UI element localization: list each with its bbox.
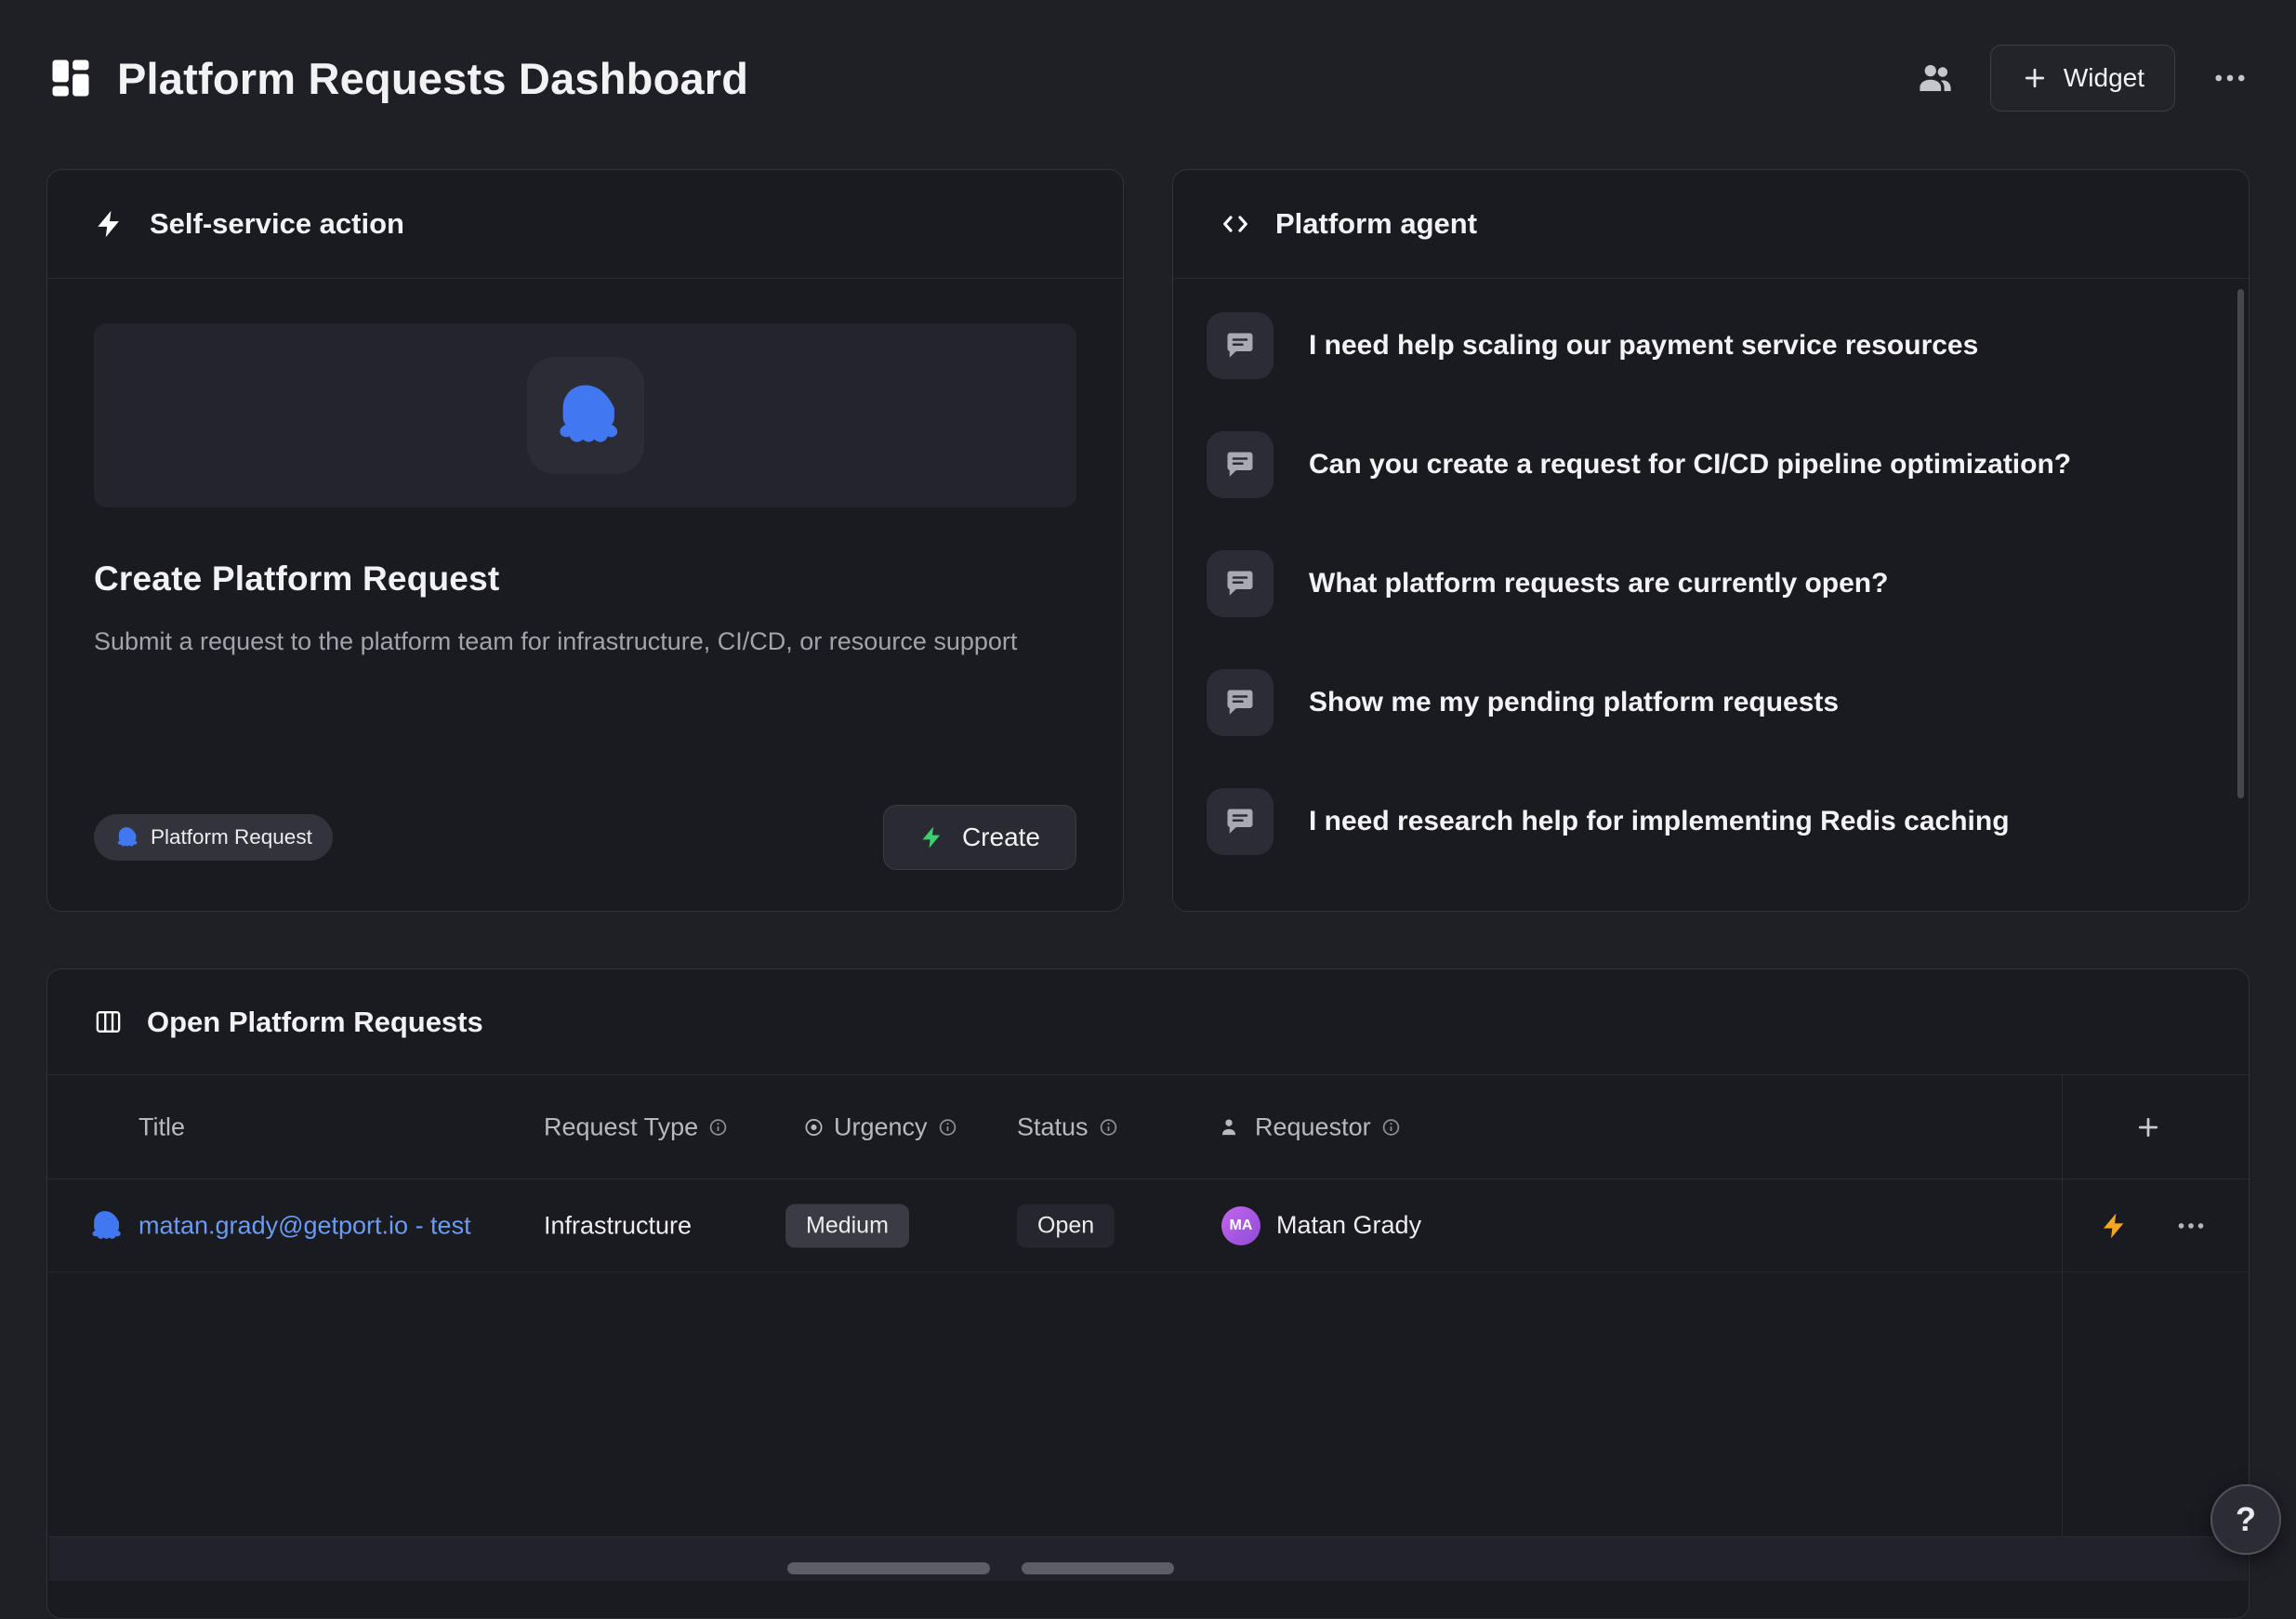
row-title-link[interactable]: matan.grady@getport.io - test — [139, 1211, 471, 1240]
action-description: Submit a request to the platform team fo… — [94, 623, 1023, 660]
create-button[interactable]: Create — [883, 805, 1076, 870]
octopus-icon — [87, 1208, 123, 1244]
table-icon — [94, 1007, 123, 1036]
table-horizontal-scrollbar-track — [49, 1536, 2248, 1581]
row-status-badge-wrap: Open — [1017, 1204, 1115, 1247]
agent-suggestion[interactable]: I need help scaling our payment service … — [1207, 286, 2249, 405]
run-action-lightning-icon[interactable] — [2100, 1211, 2130, 1241]
action-icon-tile — [527, 357, 644, 474]
header-actions: Widget — [1916, 45, 2250, 112]
add-column-button[interactable] — [2131, 1111, 2165, 1144]
self-service-card-header: Self-service action — [47, 170, 1123, 279]
self-service-card: Self-service action Create Platform Requ… — [46, 169, 1124, 912]
table-card-title: Open Platform Requests — [147, 1006, 483, 1039]
add-widget-label: Widget — [2064, 63, 2144, 93]
chat-bubble-icon — [1207, 431, 1273, 498]
row-menu-icon[interactable] — [2174, 1209, 2208, 1243]
entity-chip-label: Platform Request — [151, 825, 312, 849]
agent-suggestions-list: I need help scaling our payment service … — [1173, 279, 2249, 911]
info-icon — [1099, 1117, 1118, 1137]
chat-bubble-icon — [1207, 669, 1273, 736]
self-service-card-title: Self-service action — [150, 207, 404, 241]
chat-bubble-icon — [1207, 550, 1273, 617]
page-header: Platform Requests Dashboard Widget — [0, 0, 2296, 112]
action-title: Create Platform Request — [94, 559, 1076, 599]
agent-suggestion-text: I need help scaling our payment service … — [1309, 330, 1978, 362]
table-column-header-row: Title Request Type Urgency Status — [47, 1075, 2249, 1179]
lightning-icon — [94, 208, 125, 240]
info-icon — [938, 1117, 957, 1137]
vertical-scrollbar[interactable] — [2237, 289, 2244, 798]
info-icon — [708, 1117, 728, 1137]
agent-suggestion[interactable]: Show me my pending platform requests — [1207, 643, 2249, 762]
octopus-icon — [114, 825, 139, 849]
dashboard-logo-icon — [46, 54, 95, 102]
plus-icon — [2021, 64, 2049, 92]
row-requestor-cell: MA Matan Grady — [1221, 1206, 1421, 1245]
self-service-body: Create Platform Request Submit a request… — [47, 279, 1123, 911]
avatar: MA — [1221, 1206, 1260, 1245]
code-icon — [1220, 208, 1251, 240]
status-badge: Open — [1017, 1204, 1115, 1247]
column-header-title[interactable]: Title — [139, 1112, 185, 1141]
create-button-label: Create — [962, 823, 1040, 852]
column-header-request-type[interactable]: Request Type — [544, 1112, 728, 1141]
chat-bubble-icon — [1207, 312, 1273, 379]
table-row[interactable]: matan.grady@getport.io - test Infrastruc… — [47, 1179, 2249, 1272]
agent-suggestion-text: Can you create a request for CI/CD pipel… — [1309, 449, 2071, 480]
self-service-footer: Platform Request Create — [94, 805, 1076, 870]
horizontal-scrollbar-thumb[interactable] — [1022, 1562, 1174, 1574]
users-icon[interactable] — [1916, 59, 1955, 98]
person-icon — [1217, 1115, 1241, 1139]
urgency-badge: Medium — [785, 1204, 909, 1247]
column-header-requestor[interactable]: Requestor — [1217, 1112, 1401, 1141]
row-request-type: Infrastructure — [544, 1211, 692, 1240]
agent-suggestion[interactable]: What platform requests are currently ope… — [1207, 524, 2249, 643]
agent-suggestion[interactable]: I need research help for implementing Re… — [1207, 762, 2249, 881]
agent-suggestion[interactable]: Can you create a request for CI/CD pipel… — [1207, 405, 2249, 524]
add-widget-button[interactable]: Widget — [1990, 45, 2175, 112]
entity-chip-platform-request[interactable]: Platform Request — [94, 814, 333, 861]
add-column-separator — [2062, 1075, 2063, 1536]
action-preview-panel — [94, 323, 1076, 507]
horizontal-scrollbar-thumb[interactable] — [787, 1562, 990, 1574]
info-icon — [1381, 1117, 1401, 1137]
radio-icon — [803, 1116, 825, 1138]
chat-bubble-icon — [1207, 788, 1273, 855]
page-menu-icon[interactable] — [2210, 59, 2250, 98]
platform-agent-card: Platform agent I need help scaling our p… — [1172, 169, 2250, 912]
help-button[interactable]: ? — [2210, 1484, 2281, 1555]
lightning-icon — [919, 824, 945, 850]
page-title: Platform Requests Dashboard — [117, 53, 748, 104]
table-card-header: Open Platform Requests — [47, 969, 2249, 1075]
platform-agent-card-title: Platform agent — [1275, 207, 1477, 241]
row-urgency-badge-wrap: Medium — [785, 1204, 909, 1247]
open-requests-table-card: Open Platform Requests Title Request Typ… — [46, 968, 2250, 1619]
column-header-urgency[interactable]: Urgency — [803, 1112, 957, 1141]
agent-suggestion-text: What platform requests are currently ope… — [1309, 568, 1888, 599]
agent-suggestion-text: Show me my pending platform requests — [1309, 687, 1839, 718]
top-cards-row: Self-service action Create Platform Requ… — [46, 169, 2250, 912]
octopus-icon — [549, 379, 622, 452]
row-requestor-name: Matan Grady — [1276, 1211, 1421, 1240]
platform-agent-card-header: Platform agent — [1173, 170, 2249, 279]
column-header-status[interactable]: Status — [1017, 1112, 1118, 1141]
agent-suggestion-text: I need research help for implementing Re… — [1309, 806, 2010, 837]
